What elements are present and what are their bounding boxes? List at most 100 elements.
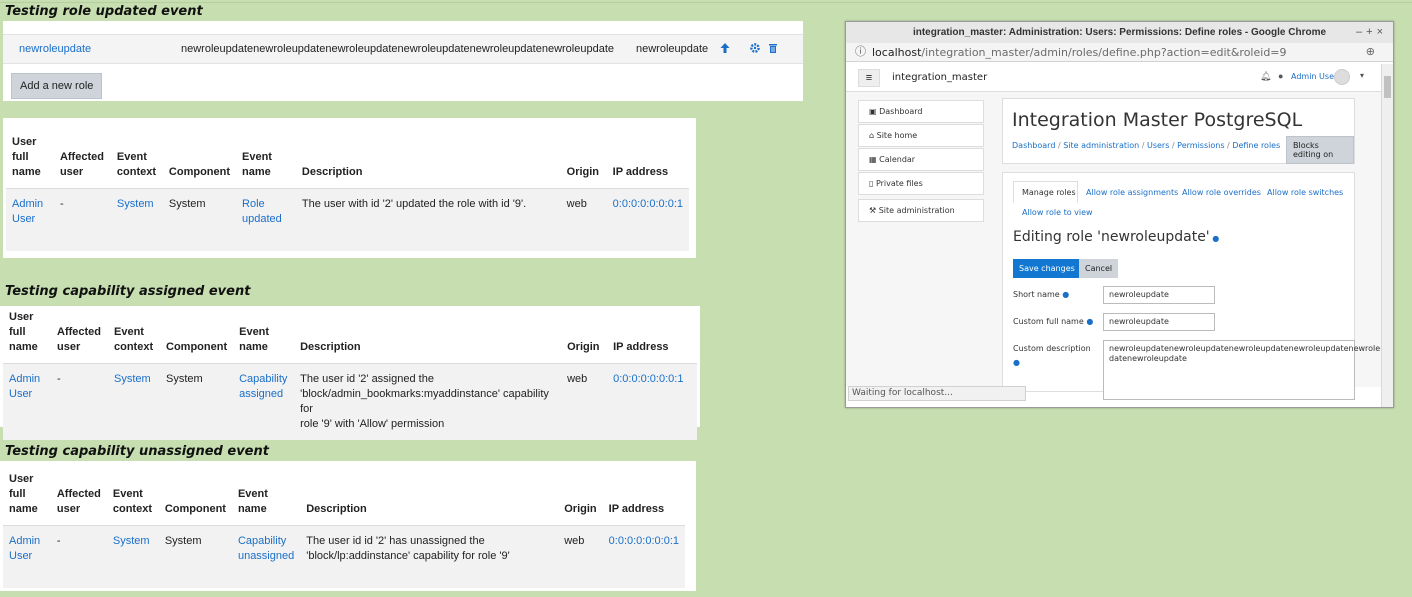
chat-icon[interactable]: ● (1278, 71, 1283, 81)
nav-site-home[interactable]: ⌂ Site home (858, 124, 984, 147)
context-link[interactable]: System (117, 198, 154, 210)
hamburger-icon[interactable]: ≡ (858, 69, 880, 87)
event-name-link[interactable]: Role updated (242, 198, 282, 225)
col-origin: Origin (566, 166, 600, 178)
breadcrumb: Dashboard / Site administration / Users … (1012, 141, 1281, 150)
col-affected-user: Affected user (57, 326, 102, 353)
ip-link[interactable]: 0:0:0:0:0:0:0:1 (613, 373, 683, 385)
help-icon: ● (1062, 290, 1070, 299)
edit-role-panel: Manage roles Allow role assignments Allo… (1002, 172, 1390, 400)
browser-window: integration_master: Administration: User… (845, 21, 1394, 408)
description-field[interactable]: newroleupdatenewroleupdatenewroleupdaten… (1103, 340, 1390, 400)
log-table: User full name Affected user Event context C… (3, 472, 685, 588)
nav-site-administration[interactable]: ⚒ Site administration (858, 199, 984, 222)
origin: web (558, 525, 603, 588)
roles-table-panel: newroleupdate newroleupdatenewroleupdate… (3, 21, 803, 101)
nav-dashboard[interactable]: ▣ Dashboard (858, 100, 984, 123)
col-component: Component (166, 341, 228, 353)
event-name-link[interactable]: Capability assigned (239, 373, 287, 400)
col-event-name: Event name (242, 151, 272, 178)
col-affected-user: Affected user (59, 151, 104, 178)
ip-link[interactable]: 0:0:0:0:0:0:0:1 (613, 198, 683, 210)
window-titlebar: integration_master: Administration: User… (846, 22, 1393, 43)
user-link[interactable]: Admin User (9, 373, 40, 400)
site-name[interactable]: integration_master (892, 72, 987, 83)
role-archetype: newroleupdate (636, 43, 709, 55)
ip-link[interactable]: 0:0:0:0:0:0:0:1 (609, 535, 679, 547)
page-title: Integration Master PostgreSQL (1012, 109, 1303, 131)
component: System (162, 188, 237, 251)
context-link[interactable]: System (114, 373, 151, 385)
spreadsheet-grid (0, 0, 1412, 3)
url-text: localhost/integration_master/admin/roles… (872, 46, 1287, 59)
help-icon: ● (1086, 317, 1094, 326)
nav-calendar[interactable]: ▦ Calendar (858, 148, 984, 171)
col-description: Description (306, 503, 367, 515)
short-name-label: Short name ● (1013, 290, 1070, 299)
col-affected-user: Affected user (56, 488, 101, 515)
save-changes-button[interactable]: Save changes (1013, 259, 1081, 278)
user-link[interactable]: Admin User (12, 198, 43, 225)
col-ip-address: IP address (608, 503, 665, 515)
breadcrumb-dashboard[interactable]: Dashboard (1012, 141, 1055, 150)
col-user-full-name: User full name (12, 136, 41, 178)
move-up-icon[interactable] (719, 42, 731, 57)
tab-allow-role-overrides[interactable]: Allow role overrides (1182, 188, 1261, 197)
section-heading-role-updated: Testing role updated event (5, 4, 203, 19)
section-heading-capability-unassigned: Testing capability unassigned event (5, 444, 269, 459)
description-label: Custom description (1013, 344, 1091, 353)
help-icon[interactable]: ● (1210, 234, 1219, 243)
col-component: Component (164, 503, 226, 515)
breadcrumb-define-roles[interactable]: Define roles (1232, 141, 1280, 150)
section-heading-capability-assigned: Testing capability assigned event (5, 284, 251, 299)
gear-icon[interactable] (749, 42, 761, 57)
full-name-field[interactable]: newroleupdate (1103, 313, 1215, 331)
short-name-field[interactable]: newroleupdate (1103, 286, 1215, 304)
affected-user: - (50, 525, 107, 588)
tab-allow-role-to-view[interactable]: Allow role to view (1022, 208, 1093, 217)
help-icon[interactable]: ● (1013, 358, 1020, 367)
chevron-down-icon[interactable]: ▾ (1360, 71, 1364, 80)
description: The user id '2' assigned the'block/admin… (294, 363, 562, 440)
breadcrumb-permissions[interactable]: Permissions (1177, 141, 1224, 150)
log-panel-role-updated: User full name Affected user Event context C… (3, 118, 696, 258)
role-short-name-link[interactable]: newroleupdate (19, 43, 91, 55)
nav-private-files[interactable]: ▯ Private files (858, 172, 984, 195)
moodle-page-body: ▣ Dashboard ⌂ Site home ▦ Calendar ▯ Pri… (846, 92, 1390, 400)
component: System (160, 363, 234, 440)
avatar[interactable] (1334, 69, 1350, 85)
col-event-context: Event context (114, 326, 154, 353)
affected-user: - (51, 363, 108, 440)
info-icon[interactable]: ⓘ (855, 43, 866, 62)
trash-icon[interactable] (767, 42, 779, 57)
scrollbar[interactable] (1381, 64, 1393, 407)
blocks-editing-button[interactable]: Blocks editing on (1286, 136, 1354, 164)
log-panel-capability-assigned: User full name Affected user Event context C… (0, 306, 700, 440)
user-link[interactable]: Admin User (9, 535, 40, 562)
cancel-button[interactable]: Cancel (1079, 259, 1119, 278)
col-ip-address: IP address (613, 341, 669, 353)
col-event-context: Event context (112, 488, 152, 515)
tab-allow-role-switches[interactable]: Allow role switches (1267, 188, 1343, 197)
address-bar[interactable]: ⓘ localhost/integration_master/admin/rol… (846, 43, 1393, 62)
moodle-navbar: ≡ integration_master 🔔︎ ● Admin User ▾ (846, 64, 1382, 92)
editing-role-heading: Editing role 'newroleupdate' ● (1013, 229, 1220, 245)
event-name-link[interactable]: Capability unassigned (238, 535, 294, 562)
add-new-role-button[interactable]: Add a new role (11, 73, 103, 99)
breadcrumb-site-administration[interactable]: Site administration (1063, 141, 1139, 150)
tab-allow-role-assignments[interactable]: Allow role assignments (1086, 188, 1178, 197)
log-table: User full name Affected user Event context C… (6, 135, 689, 251)
window-title: integration_master: Administration: User… (912, 27, 1327, 38)
tab-manage-roles-label: Manage roles (1022, 188, 1076, 197)
status-bar: Waiting for localhost... (848, 386, 1026, 401)
user-menu[interactable]: Admin User (1291, 72, 1337, 81)
breadcrumb-users[interactable]: Users (1147, 141, 1169, 150)
table-row: Admin User - System System Capability unas… (3, 525, 685, 588)
component: System (158, 525, 232, 588)
col-component: Component (168, 166, 231, 178)
zoom-icon[interactable]: ⊕ (1366, 43, 1375, 62)
bell-icon[interactable]: 🔔︎ (1260, 71, 1271, 82)
col-event-context: Event context (116, 151, 157, 178)
context-link[interactable]: System (113, 535, 150, 547)
window-controls[interactable]: –+× (1356, 22, 1387, 43)
